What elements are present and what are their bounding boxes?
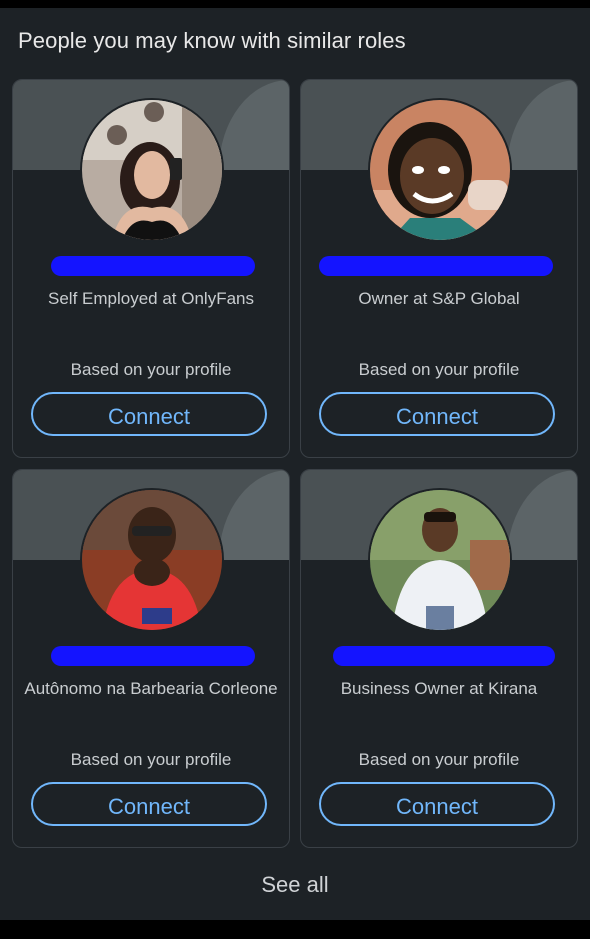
reason: Based on your profile: [358, 750, 520, 769]
avatar[interactable]: [368, 98, 512, 242]
connect-button[interactable]: Connect: [31, 782, 267, 826]
headline: Owner at S&P Global: [358, 289, 520, 308]
suggestion-card[interactable]: Business Owner at Kirana Based on your p…: [300, 469, 578, 848]
suggestion-card[interactable]: Owner at S&P Global Based on your profil…: [300, 79, 578, 458]
suggestion-card[interactable]: Autônomo na Barbearia Corleone Based on …: [12, 469, 290, 848]
suggestions-panel: People you may know with similar roles S…: [0, 8, 590, 920]
reason: Based on your profile: [70, 360, 232, 379]
connect-button[interactable]: Connect: [31, 392, 267, 436]
name-redaction: [333, 646, 555, 666]
headline: Self Employed at OnlyFans: [48, 289, 254, 308]
reason: Based on your profile: [70, 750, 232, 769]
name-redaction: [51, 256, 255, 276]
headline: Autônomo na Barbearia Corleone: [24, 679, 278, 698]
name-redaction: [51, 646, 255, 666]
avatar[interactable]: [80, 98, 224, 242]
headline: Business Owner at Kirana: [340, 679, 538, 698]
bottom-bar: [0, 920, 590, 939]
avatar[interactable]: [80, 488, 224, 632]
avatar[interactable]: [368, 488, 512, 632]
reason: Based on your profile: [358, 360, 520, 379]
see-all-link[interactable]: See all: [0, 872, 590, 898]
connect-button[interactable]: Connect: [319, 392, 555, 436]
connect-button[interactable]: Connect: [319, 782, 555, 826]
name-redaction: [319, 256, 553, 276]
section-title: People you may know with similar roles: [18, 28, 406, 53]
suggestion-card[interactable]: Self Employed at OnlyFans Based on your …: [12, 79, 290, 458]
